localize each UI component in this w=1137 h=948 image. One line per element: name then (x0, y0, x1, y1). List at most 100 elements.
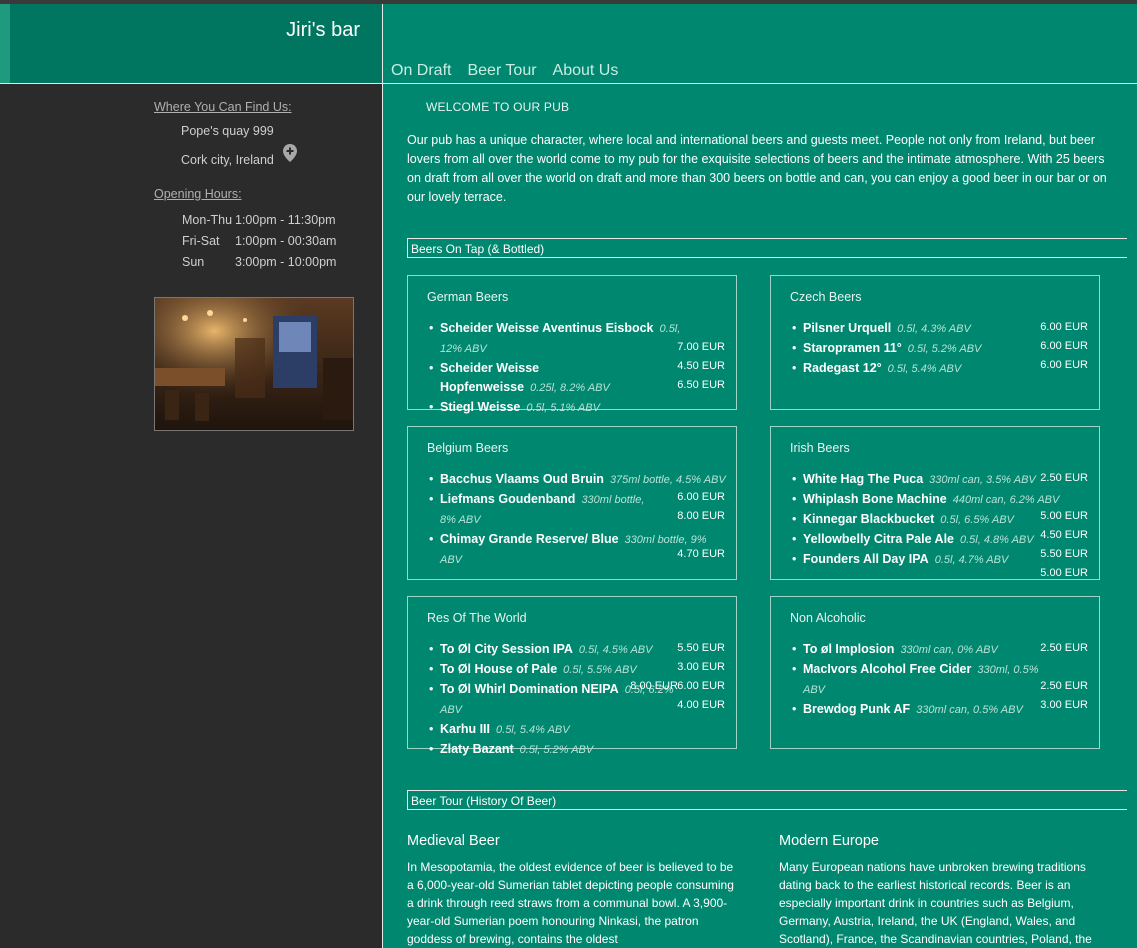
beer-name: To Øl City Session IPA (440, 642, 573, 656)
beer-name: Yellowbelly Citra Pale Ale (803, 532, 954, 546)
beer-list: Scheider Weisse Aventinus Eisbock0.5l, 1… (429, 319, 695, 418)
beer-name: White Hag The Puca (803, 472, 924, 486)
beer-name: Liefmans Goudenband (440, 492, 576, 506)
box-title: Non Alcoholic (790, 611, 866, 625)
header-accent-bar (0, 4, 10, 83)
box-title: Res Of The World (427, 611, 527, 625)
site-title[interactable]: Jiri's bar (286, 19, 360, 42)
beer-name: Stiegl Weisse (440, 400, 521, 414)
medieval-beer-text: In Mesopotamia, the oldest evidence of b… (407, 860, 734, 946)
price: 6.00 EUR (677, 491, 725, 503)
beer-item: Radegast 12° 0.5l, 5.4% ABV (792, 359, 1058, 379)
price: 4.50 EUR (677, 360, 725, 372)
price: 4.70 EUR (677, 548, 725, 560)
beer-item: To øl Implosion 330ml can, 0% ABV (792, 640, 1058, 660)
beer-spec: 0.5l, 5.1% ABV (526, 402, 600, 414)
czech-beers-box: Czech Beers Pilsner Urquell 0.5l, 4.3% AB… (770, 275, 1100, 410)
map-pin-icon[interactable] (283, 144, 297, 162)
beer-spec: 330ml can, 0% ABV (900, 644, 998, 656)
nav-on-draft[interactable]: On Draft (391, 62, 451, 80)
beer-name: Radegast 12° (803, 361, 882, 375)
beer-item: Zlaty Bazant 0.5l, 5.2% ABV (429, 740, 695, 760)
main-content: WELCOME TO OUR PUB Our pub has a unique … (382, 84, 1137, 948)
hours-row: Fri-Sat 1:00pm - 00:30am (182, 234, 336, 248)
beer-item: Pilsner Urquell 0.5l, 4.3% ABV (792, 319, 1058, 339)
beer-name: MacIvors Alcohol Free Cider (803, 662, 972, 676)
beers-on-tap-heading: Beers On Tap (& Bottled) (407, 238, 1127, 258)
opening-hours-heading: Opening Hours: (154, 187, 242, 201)
price: 5.50 EUR (1040, 548, 1088, 560)
beer-item: To Øl City Session IPA 0.5l, 4.5% ABV (429, 640, 695, 660)
price-column: 7.00 EUR 4.50 EUR 6.50 EUR (677, 338, 725, 395)
intro-paragraph: Our pub has a unique character, where lo… (407, 133, 1107, 204)
beer-tour-heading: Beer Tour (History Of Beer) (407, 790, 1127, 810)
price: 8.00 EUR (677, 510, 725, 522)
beer-item: Brewdog Punk AF 330ml can, 0.5% ABV (792, 700, 1058, 720)
beer-name: Scheider Weisse Aventinus Eisbock (440, 321, 654, 335)
beer-list: Pilsner Urquell 0.5l, 4.3% ABV Staroprame… (792, 319, 1058, 379)
beer-item: Karhu III 0.5l, 5.4% ABV (429, 720, 695, 740)
box-title: Irish Beers (790, 441, 850, 455)
beer-item: Liefmans Goudenband330ml bottle, 8% ABV (429, 490, 655, 530)
beer-name: Staropramen 11° (803, 341, 902, 355)
beer-list: To Øl City Session IPA 0.5l, 4.5% ABV To … (429, 640, 695, 760)
hours-time: 3:00pm - 10:00pm (235, 255, 337, 269)
beer-name: Brewdog Punk AF (803, 702, 911, 716)
non-alcoholic-box: Non Alcoholic To øl Implosion 330ml can, … (770, 596, 1100, 749)
beer-spec: 0.25l, 8.2% ABV (530, 382, 610, 394)
modern-europe-text: Many European nations have unbroken brew… (779, 860, 1092, 946)
beer-name: To øl Implosion (803, 642, 895, 656)
box-title: Belgium Beers (427, 441, 509, 455)
beer-list: To øl Implosion 330ml can, 0% ABV MacIvor… (792, 640, 1058, 720)
beer-item: MacIvors Alcohol Free Cider330ml, 0.5% A… (792, 660, 1058, 700)
price: 6.00 EUR (1040, 321, 1088, 333)
price-column: 2.50 EUR 2.50 EUR 3.00 EUR (1040, 639, 1088, 715)
beer-spec: 0.5l, 6.5% ABV (940, 514, 1014, 526)
welcome-heading: WELCOME TO OUR PUB (426, 100, 570, 114)
price: 6.00 EUR (677, 680, 725, 692)
hours-days: Mon-Thu (182, 213, 233, 227)
beer-spec: 330ml can, 3.5% ABV (929, 474, 1036, 486)
price: 2.50 EUR (1040, 642, 1088, 654)
pub-interior-photo (154, 297, 354, 431)
hours-row: Sun 3:00pm - 10:00pm (182, 255, 336, 269)
hours-time: 1:00pm - 00:30am (235, 234, 337, 248)
hours-time: 1:00pm - 11:30pm (235, 213, 336, 227)
belgium-beers-box: Belgium Beers Bacchus Vlaams Oud Bruin 37… (407, 426, 737, 580)
price: 2.50 EUR (1040, 472, 1088, 484)
beer-spec: 0.5l, 4.7% ABV (934, 554, 1009, 566)
price: 4.00 EUR (677, 699, 725, 711)
beer-spec: 0.5l, 4.8% ABV (960, 534, 1034, 546)
price: 4.50 EUR (1040, 529, 1088, 541)
beer-item: Staropramen 11° 0.5l, 5.2% ABV (792, 339, 1058, 359)
hours-row: Mon-Thu 1:00pm - 11:30pm (182, 213, 336, 227)
beer-spec: 375ml bottle, 4.5% ABV (609, 474, 726, 486)
nav-beer-tour[interactable]: Beer Tour (467, 62, 536, 80)
hours-days: Fri-Sat (182, 234, 220, 248)
beer-name: Kinnegar Blackbucket (803, 512, 935, 526)
beer-name: Bacchus Vlaams Oud Bruin (440, 472, 604, 486)
hours-days: Sun (182, 255, 205, 269)
price: 6.00 EUR (1040, 340, 1088, 352)
beer-spec: 0.5l, 5.4% ABV (496, 724, 570, 736)
beer-item: Bacchus Vlaams Oud Bruin 375ml bottle, 4.… (429, 470, 730, 490)
address-street: Pope's quay 999 (181, 124, 274, 138)
beer-name: Scheider Weisse Hopfenweisse (440, 361, 540, 394)
beer-name: Pilsner Urquell (803, 321, 892, 335)
beer-spec: 330ml can, 0.5% ABV (916, 704, 1023, 716)
german-beers-box: German Beers Scheider Weisse Aventinus E… (407, 275, 737, 417)
price-column: 6.00 EUR 8.00 EUR 4.70 EUR (677, 488, 725, 564)
price-column: 6.00 EUR 6.00 EUR 6.00 EUR (1040, 318, 1088, 375)
nav-about-us[interactable]: About Us (553, 62, 619, 80)
price-column: 5.50 EUR 3.00 EUR 8.00 EUR 6.00 EUR 4.00… (630, 639, 725, 715)
find-us-heading: Where You Can Find Us: (154, 100, 292, 114)
beer-spec: 0.5l, 4.3% ABV (897, 323, 971, 335)
price: 5.00 EUR (1040, 510, 1088, 522)
beer-name: Founders All Day IPA (803, 552, 929, 566)
medieval-beer-title: Medieval Beer (407, 833, 500, 849)
beer-spec: 0.5l, 5.5% ABV (563, 664, 637, 676)
price: 5.50 EUR (677, 642, 725, 654)
world-beers-box: Res Of The World To Øl City Session IPA 0… (407, 596, 737, 759)
price: 2.50 EUR (1040, 680, 1088, 692)
beer-name: Whiplash Bone Machine (803, 492, 947, 506)
